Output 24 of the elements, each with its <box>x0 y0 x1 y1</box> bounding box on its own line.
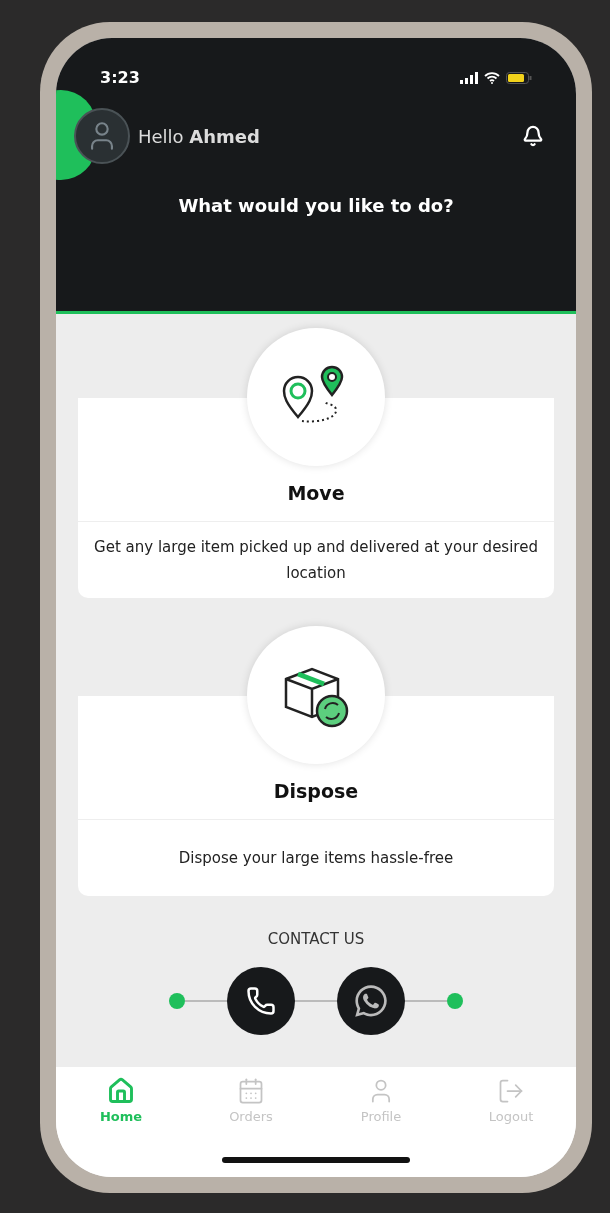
nav-tab[interactable]: Logout <box>471 1077 551 1127</box>
status-time: 3:23 <box>100 67 140 89</box>
service-title: Dispose <box>273 778 359 804</box>
greeting-text: Hello Ahmed <box>138 124 260 149</box>
calendar-icon <box>237 1077 265 1105</box>
nav-tab[interactable]: Orders <box>211 1077 291 1127</box>
phone-icon <box>246 985 276 1016</box>
notification-bell-icon[interactable] <box>522 125 544 147</box>
home-icon <box>107 1077 135 1105</box>
battery-icon <box>506 72 532 84</box>
service-description: Get any large item picked up and delivered at your desired location <box>93 537 539 584</box>
prompt-title: What would you like to do? <box>177 194 455 218</box>
service-title: Move <box>287 480 345 506</box>
nav-tab[interactable]: Profile <box>341 1077 421 1127</box>
whatsapp-icon <box>353 982 389 1019</box>
service-description: Dispose your large items hassle-free <box>177 848 455 869</box>
contact-title: CONTACT US <box>266 929 366 950</box>
service-card[interactable]: Move Get any large item picked up and delivered at your desired location <box>78 328 554 598</box>
exit-icon <box>497 1077 525 1105</box>
avatar[interactable] <box>74 108 130 164</box>
nav-tab[interactable]: Home <box>81 1077 161 1127</box>
signal-icon <box>460 72 478 84</box>
wifi-icon <box>484 72 500 84</box>
service-card[interactable]: Dispose Dispose your large items hassle-free <box>78 626 554 896</box>
